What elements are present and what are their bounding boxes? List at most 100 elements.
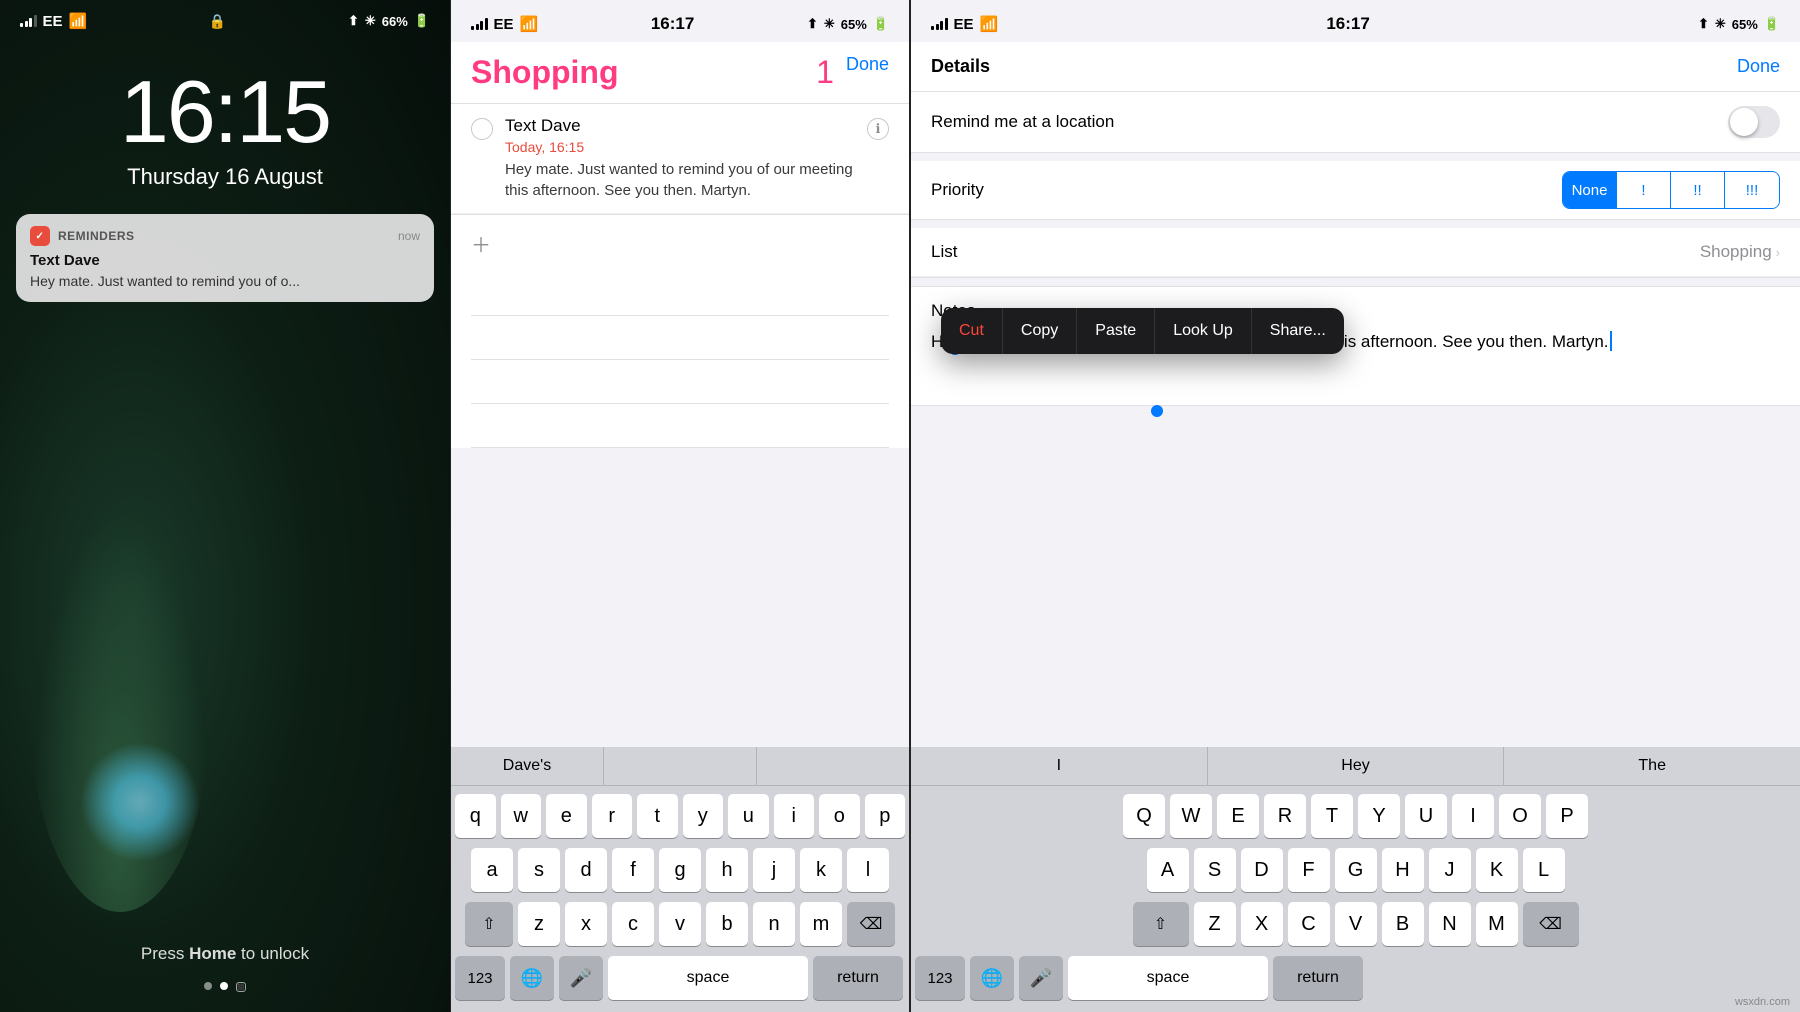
det-key-y[interactable]: Y xyxy=(1358,794,1400,838)
ctx-paste[interactable]: Paste xyxy=(1077,308,1155,354)
key-u[interactable]: u xyxy=(728,794,769,838)
key-n[interactable]: n xyxy=(753,902,795,946)
key-a[interactable]: a xyxy=(471,848,513,892)
priority-btn-low[interactable]: ! xyxy=(1617,172,1671,208)
det-key-h[interactable]: H xyxy=(1382,848,1424,892)
det-key-f[interactable]: F xyxy=(1288,848,1330,892)
det-key-mic[interactable]: 🎤 xyxy=(1019,956,1063,1000)
location-toggle[interactable] xyxy=(1728,106,1780,138)
key-b[interactable]: b xyxy=(706,902,748,946)
det-key-j[interactable]: J xyxy=(1429,848,1471,892)
det-key-d[interactable]: D xyxy=(1241,848,1283,892)
key-d[interactable]: d xyxy=(565,848,607,892)
ctx-lookup[interactable]: Look Up xyxy=(1155,308,1252,354)
reminders-done-button[interactable]: Done xyxy=(846,54,889,75)
det-suggestion-2[interactable]: The xyxy=(1504,747,1800,785)
det-key-o[interactable]: O xyxy=(1499,794,1541,838)
det-key-c[interactable]: C xyxy=(1288,902,1330,946)
key-m[interactable]: m xyxy=(800,902,842,946)
list-row[interactable]: List Shopping › xyxy=(911,228,1800,277)
det-key-z[interactable]: Z xyxy=(1194,902,1236,946)
key-h[interactable]: h xyxy=(706,848,748,892)
det-key-space[interactable]: space xyxy=(1068,956,1268,1000)
key-o[interactable]: o xyxy=(819,794,860,838)
det-key-x[interactable]: X xyxy=(1241,902,1283,946)
det-key-s[interactable]: S xyxy=(1194,848,1236,892)
key-k[interactable]: k xyxy=(800,848,842,892)
key-q[interactable]: q xyxy=(455,794,496,838)
det-suggestion-1[interactable]: Hey xyxy=(1208,747,1505,785)
dot-camera: ⬛ xyxy=(236,982,246,992)
key-l[interactable]: l xyxy=(847,848,889,892)
det-key-w[interactable]: W xyxy=(1170,794,1212,838)
ls-battery-icon: 🔋 xyxy=(414,13,430,29)
key-p[interactable]: p xyxy=(865,794,906,838)
key-x[interactable]: x xyxy=(565,902,607,946)
key-w[interactable]: w xyxy=(501,794,542,838)
key-e[interactable]: e xyxy=(546,794,587,838)
reminders-screen: EE 📶 16:17 ⬆ ✳ 65% 🔋 Shopping 1 Done Tex… xyxy=(450,0,910,1012)
det-key-p[interactable]: P xyxy=(1546,794,1588,838)
add-reminder-row[interactable]: ＋ xyxy=(451,215,909,272)
det-battery: 65% xyxy=(1732,17,1758,32)
key-globe[interactable]: 🌐 xyxy=(510,956,554,1000)
key-v[interactable]: v xyxy=(659,902,701,946)
det-key-l[interactable]: L xyxy=(1523,848,1565,892)
context-menu[interactable]: Cut Copy Paste Look Up Share... xyxy=(941,308,1344,354)
det-key-m[interactable]: M xyxy=(1476,902,1518,946)
priority-btn-medium[interactable]: !! xyxy=(1671,172,1725,208)
reminder-checkbox[interactable] xyxy=(471,118,493,140)
priority-btn-high[interactable]: !!! xyxy=(1725,172,1779,208)
key-t[interactable]: t xyxy=(637,794,678,838)
details-done-button[interactable]: Done xyxy=(1737,56,1780,77)
key-return[interactable]: return xyxy=(813,956,903,1000)
det-key-backspace[interactable]: ⌫ xyxy=(1523,902,1579,946)
det-keyboard-suggestions: I Hey The xyxy=(911,747,1800,786)
key-z[interactable]: z xyxy=(518,902,560,946)
key-123[interactable]: 123 xyxy=(455,956,505,1000)
key-backspace[interactable]: ⌫ xyxy=(847,902,895,946)
det-key-k[interactable]: K xyxy=(1476,848,1518,892)
ctx-copy[interactable]: Copy xyxy=(1003,308,1077,354)
priority-btn-none[interactable]: None xyxy=(1563,172,1617,208)
det-key-b[interactable]: B xyxy=(1382,902,1424,946)
key-i[interactable]: i xyxy=(774,794,815,838)
det-key-123[interactable]: 123 xyxy=(915,956,965,1000)
rem-signal xyxy=(471,18,488,30)
lockscreen-notification[interactable]: ✓ REMINDERS now Text Dave Hey mate. Just… xyxy=(16,214,434,302)
ctx-cut[interactable]: Cut xyxy=(941,308,1003,354)
det-key-q[interactable]: Q xyxy=(1123,794,1165,838)
key-y[interactable]: y xyxy=(683,794,724,838)
det-key-globe[interactable]: 🌐 xyxy=(970,956,1014,1000)
det-key-return[interactable]: return xyxy=(1273,956,1363,1000)
det-suggestion-0[interactable]: I xyxy=(911,747,1208,785)
suggestion-1[interactable] xyxy=(604,747,757,785)
ctx-share[interactable]: Share... xyxy=(1252,308,1344,354)
det-key-v[interactable]: V xyxy=(1335,902,1377,946)
key-r[interactable]: r xyxy=(592,794,633,838)
key-s[interactable]: s xyxy=(518,848,560,892)
key-mic[interactable]: 🎤 xyxy=(559,956,603,1000)
det-key-u[interactable]: U xyxy=(1405,794,1447,838)
det-key-t[interactable]: T xyxy=(1311,794,1353,838)
det-key-r[interactable]: R xyxy=(1264,794,1306,838)
det-key-i[interactable]: I xyxy=(1452,794,1494,838)
det-key-a[interactable]: A xyxy=(1147,848,1189,892)
key-shift[interactable]: ⇧ xyxy=(465,902,513,946)
key-g[interactable]: g xyxy=(659,848,701,892)
reminder-item[interactable]: Text Dave Today, 16:15 Hey mate. Just wa… xyxy=(451,104,909,214)
key-c[interactable]: c xyxy=(612,902,654,946)
key-f[interactable]: f xyxy=(612,848,654,892)
suggestion-2[interactable] xyxy=(757,747,909,785)
det-key-n[interactable]: N xyxy=(1429,902,1471,946)
suggestion-0[interactable]: Dave's xyxy=(451,747,604,785)
det-key-shift[interactable]: ⇧ xyxy=(1133,902,1189,946)
key-space[interactable]: space xyxy=(608,956,808,1000)
det-wifi: 📶 xyxy=(980,15,999,33)
det-key-g[interactable]: G xyxy=(1335,848,1377,892)
key-j[interactable]: j xyxy=(753,848,795,892)
lockscreen-time: 16:15 xyxy=(0,68,450,156)
selection-handle-bottom[interactable] xyxy=(1151,405,1163,417)
det-key-e[interactable]: E xyxy=(1217,794,1259,838)
reminder-info-button[interactable]: ℹ xyxy=(867,118,889,140)
